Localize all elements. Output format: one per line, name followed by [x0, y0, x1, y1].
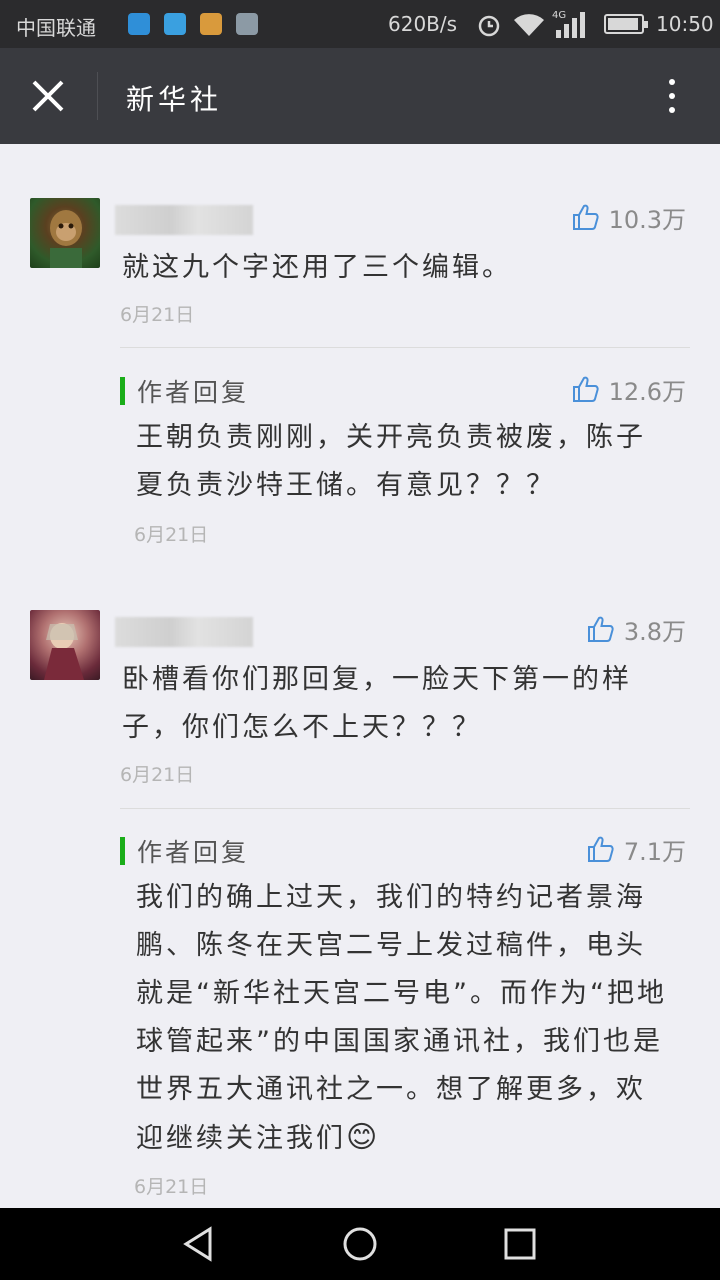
nav-divider [97, 72, 98, 120]
comment-text: 就这九个字还用了三个编辑。 [122, 252, 512, 283]
alarm-icon [478, 15, 500, 37]
divider [120, 347, 690, 348]
like-button[interactable]: 3.8万 [586, 612, 686, 646]
reply-marker [120, 837, 125, 865]
carrier-label: 中国联通 [16, 16, 96, 40]
comment-date: 6月21日 [120, 304, 195, 326]
android-nav-bar [0, 1208, 720, 1280]
comment-text: 卧槽看你们那回复，一脸天下第一的样 子，你们怎么不上天？？？ [122, 664, 632, 743]
close-icon [32, 80, 64, 112]
close-button[interactable] [20, 68, 76, 124]
like-button[interactable]: 10.3万 [571, 200, 686, 234]
reply-text: 王朝负责刚刚，关开亮负责被废，陈子 夏负责沙特王储。有意见？？？ [136, 422, 646, 501]
author-reply-label: 作者回复 [120, 836, 249, 867]
author-reply-label: 作者回复 [120, 376, 249, 407]
status-bar: 中国联通 620B/s 4G 10:50 [0, 0, 720, 48]
reply-date: 6月21日 [134, 1176, 209, 1198]
thumbs-up-icon [572, 376, 599, 402]
chat-notification-icon [164, 13, 186, 35]
app-notification-icon [128, 13, 150, 35]
image-notification-icon [236, 13, 258, 35]
smile-emoji: 😊 [346, 1120, 381, 1155]
comment-date: 6月21日 [120, 764, 195, 786]
thumbs-up-icon [587, 616, 614, 642]
page-title: 新华社 [126, 83, 223, 116]
signal-icon: 4G [552, 10, 585, 38]
divider [120, 808, 690, 809]
like-count: 12.6万 [608, 377, 686, 406]
recents-square-icon[interactable] [500, 1224, 540, 1264]
home-circle-icon[interactable] [340, 1224, 380, 1264]
net-speed: 620B/s [388, 12, 458, 36]
clock: 10:50 [656, 12, 714, 36]
like-count: 3.8万 [623, 617, 686, 646]
reply-marker [120, 377, 125, 405]
avatar[interactable] [30, 610, 100, 680]
thumbs-up-icon [572, 204, 599, 230]
username-blurred [115, 617, 253, 647]
username-blurred [115, 205, 253, 235]
reply-like-button[interactable]: 7.1万 [586, 832, 686, 866]
reply-like-button[interactable]: 12.6万 [571, 372, 686, 406]
back-triangle-icon[interactable] [180, 1224, 220, 1264]
more-button[interactable] [652, 72, 692, 120]
avatar[interactable] [30, 198, 100, 268]
reply-date: 6月21日 [134, 524, 209, 546]
more-vertical-icon [669, 79, 675, 85]
wifi-icon [514, 14, 544, 36]
package-notification-icon [200, 13, 222, 35]
reply-text: 我们的确上过天，我们的特约记者景海 鹏、陈冬在天宫二号上发过稿件，电头 就是“新… [136, 882, 667, 1155]
battery-icon [604, 14, 648, 34]
thumbs-up-icon [587, 836, 614, 862]
nav-bar: 新华社 [0, 48, 720, 144]
like-count: 10.3万 [608, 205, 686, 234]
like-count: 7.1万 [623, 837, 686, 866]
svg-text:4G: 4G [552, 10, 566, 21]
